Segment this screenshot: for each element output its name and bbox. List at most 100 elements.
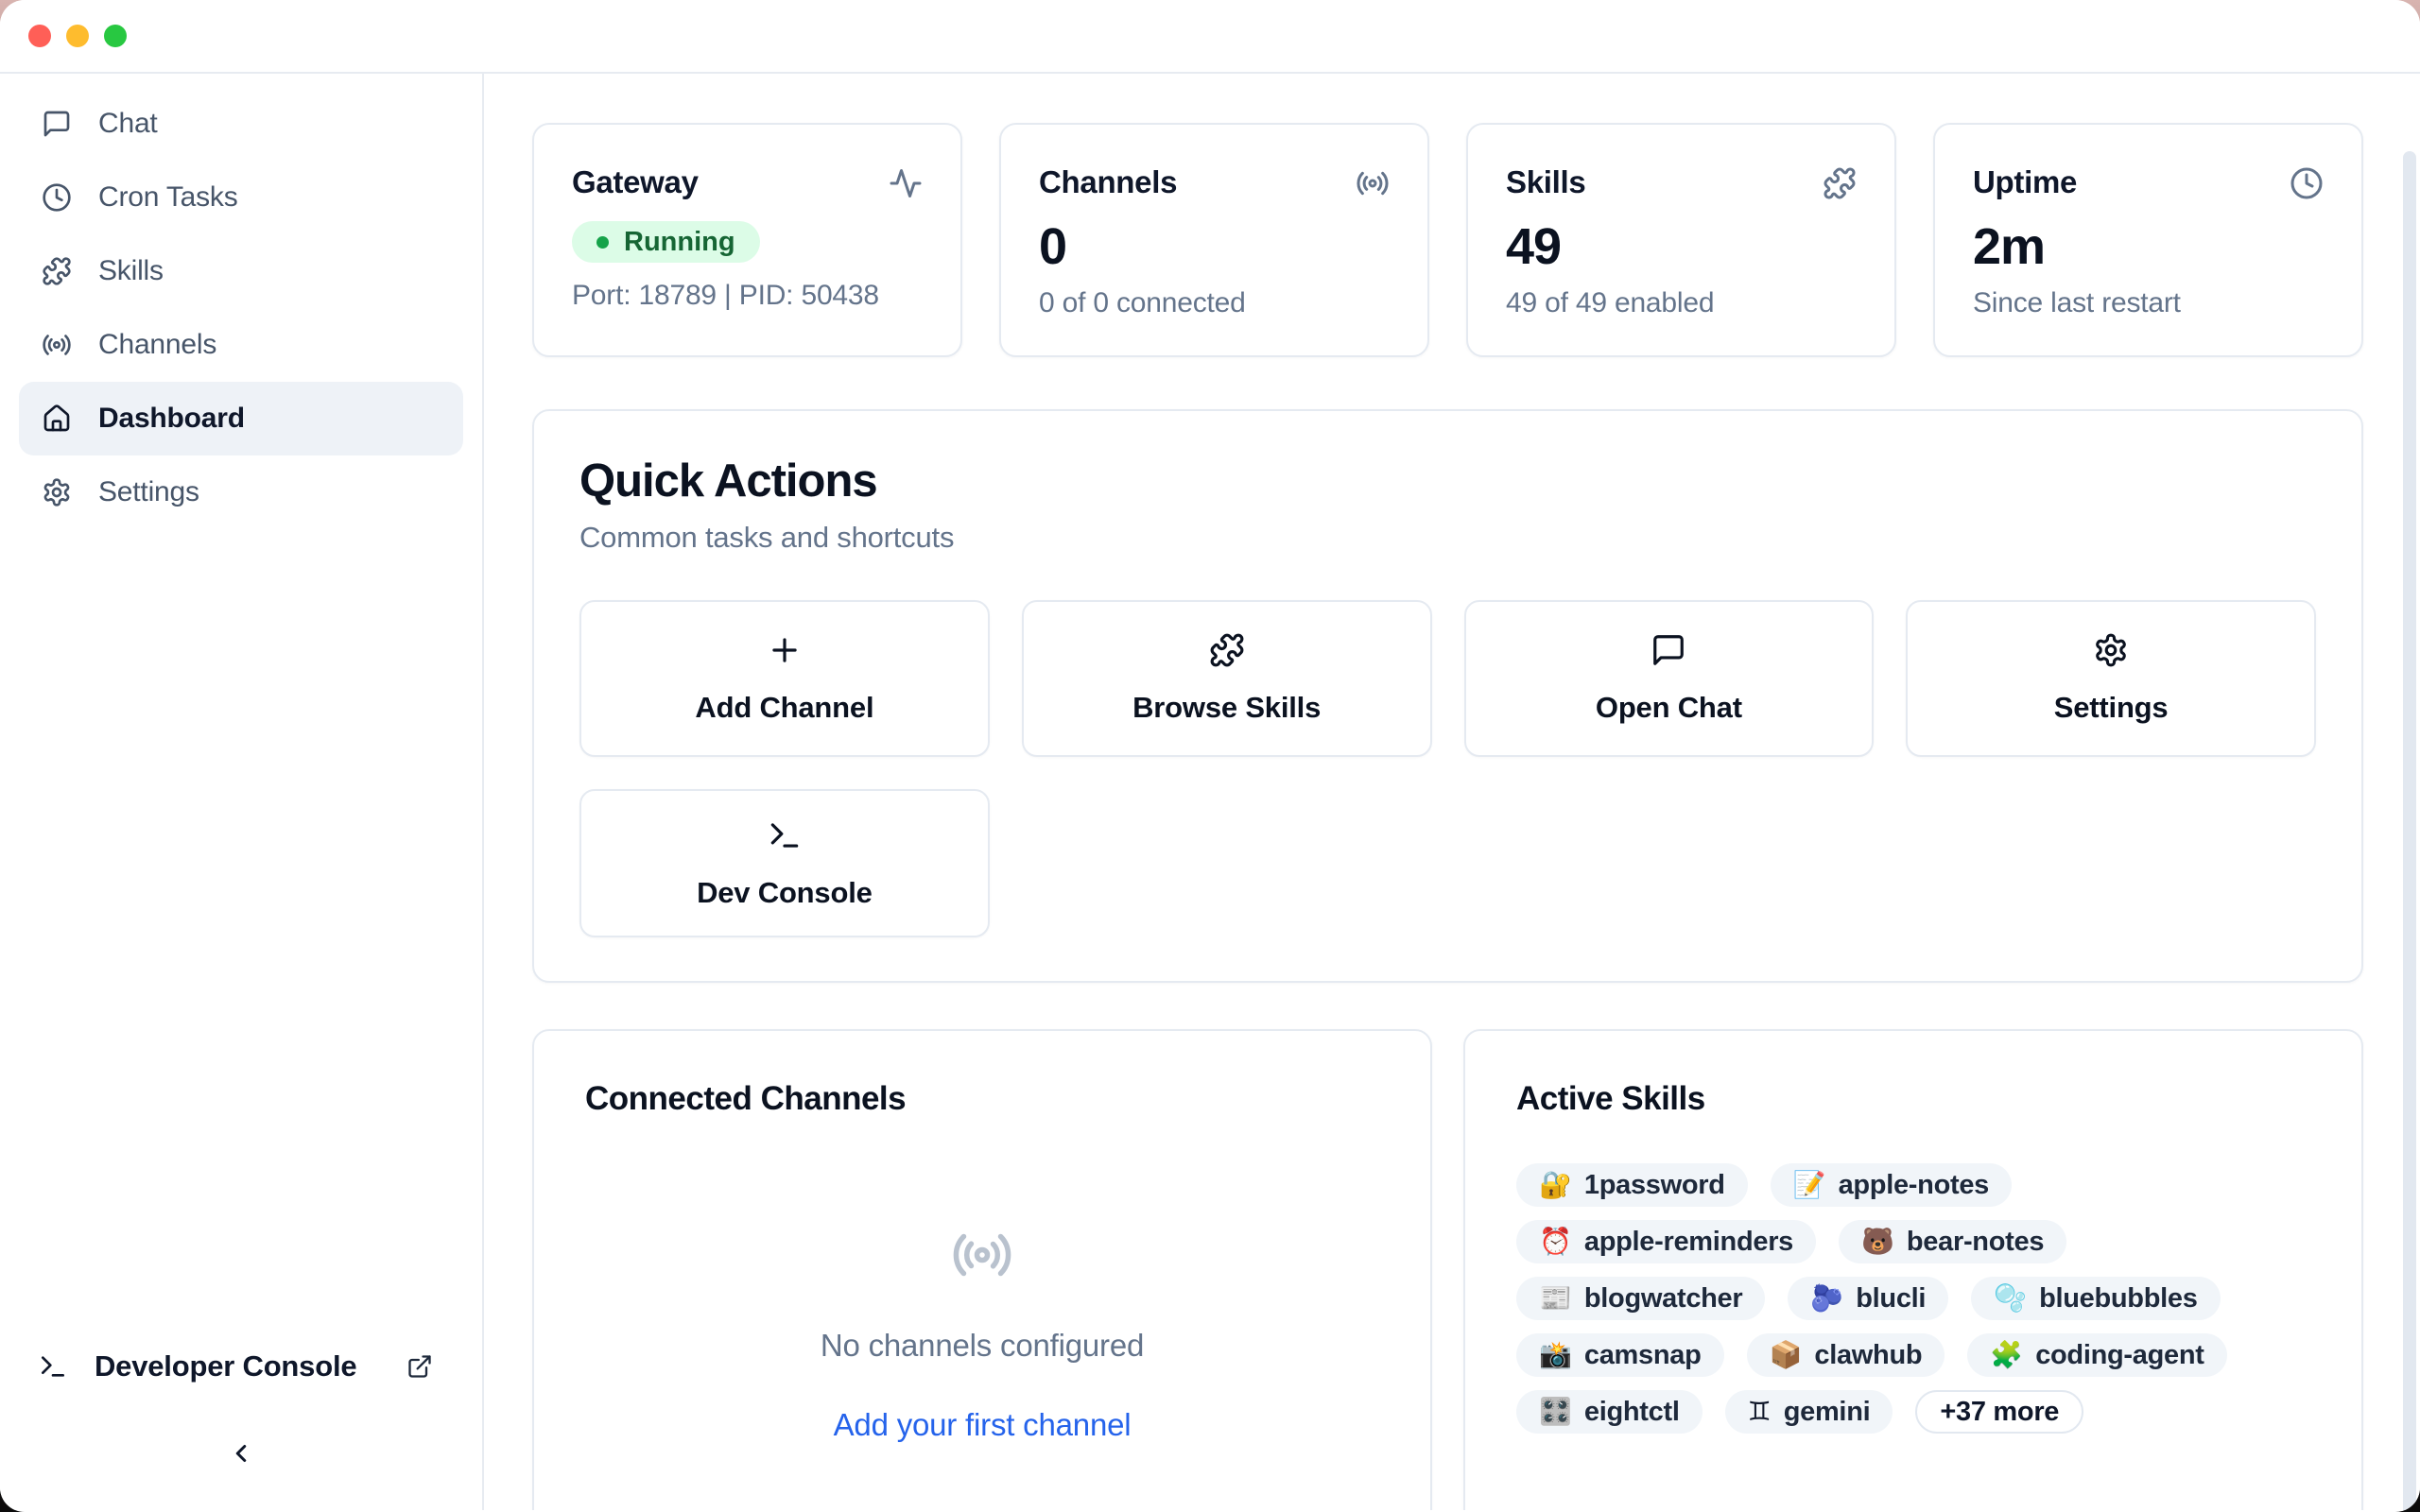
sidebar-item-label: Channels [98, 329, 216, 361]
sidebar-item-label: Cron Tasks [98, 181, 238, 214]
developer-console-button[interactable]: Developer Console [38, 1349, 433, 1383]
external-link-icon [406, 1353, 433, 1380]
active-skills-card: Active Skills 🔐1password 📝apple-notes ⏰a… [1463, 1029, 2363, 1510]
skill-emoji: 📸 [1539, 1342, 1572, 1368]
sidebar: Chat Cron Tasks Skills [0, 74, 484, 1510]
gateway-detail: Port: 18789 | PID: 50438 [572, 280, 923, 312]
skill-emoji: 🎛️ [1539, 1399, 1572, 1425]
skill-chip: 🫧bluebubbles [1971, 1277, 2220, 1320]
channels-count: 0 [1039, 221, 1390, 272]
connected-channels-title: Connected Channels [585, 1080, 1379, 1118]
puzzle-icon [1209, 632, 1245, 668]
skills-chip-list: 🔐1password 📝apple-notes ⏰apple-reminders… [1516, 1163, 2310, 1434]
plus-icon [767, 632, 803, 668]
channels-detail: 0 of 0 connected [1039, 287, 1390, 319]
skills-count: 49 [1506, 221, 1857, 272]
sidebar-item-channels[interactable]: Channels [19, 308, 463, 382]
skill-emoji: ♊ [1748, 1399, 1772, 1425]
skill-chip: 📝apple-notes [1771, 1163, 2012, 1207]
channels-stat-card: Channels 0 0 of 0 connected [999, 123, 1429, 357]
chat-icon [1651, 632, 1686, 668]
puzzle-icon [42, 256, 72, 286]
gear-icon [42, 477, 72, 507]
quick-actions-subtitle: Common tasks and shortcuts [579, 521, 2316, 555]
open-chat-button[interactable]: Open Chat [1464, 600, 1875, 757]
channels-card-title: Channels [1039, 164, 1177, 200]
radio-icon [951, 1224, 1013, 1286]
action-label: Settings [2054, 691, 2169, 725]
developer-console-label: Developer Console [95, 1349, 356, 1383]
gateway-status-badge: Running [572, 221, 760, 263]
uptime-card-title: Uptime [1973, 164, 2077, 200]
skill-emoji: 📰 [1539, 1285, 1572, 1312]
sidebar-item-label: Settings [98, 476, 199, 508]
status-dot [596, 236, 609, 249]
minimize-window-button[interactable] [66, 25, 89, 47]
gateway-card-title: Gateway [572, 164, 699, 200]
add-first-channel-link[interactable]: Add your first channel [834, 1407, 1132, 1443]
skill-emoji: 🧩 [1990, 1342, 2023, 1368]
chevron-left-icon [227, 1439, 255, 1468]
sidebar-item-label: Chat [98, 108, 158, 140]
uptime-stat-card: Uptime 2m Since last restart [1933, 123, 2363, 357]
quick-actions-grid: Add Channel Browse Skills Open Chat [579, 600, 2316, 937]
uptime-detail: Since last restart [1973, 287, 2324, 319]
skill-chip: 📦clawhub [1747, 1333, 1945, 1377]
skill-chip: 🎛️eightctl [1516, 1390, 1703, 1434]
browse-skills-button[interactable]: Browse Skills [1022, 600, 1432, 757]
skill-emoji: 🔐 [1539, 1172, 1572, 1198]
skill-chip: 🐻bear-notes [1839, 1220, 2066, 1263]
skill-emoji: 📦 [1770, 1342, 1803, 1368]
quick-actions-card: Quick Actions Common tasks and shortcuts… [532, 409, 2363, 983]
sidebar-item-settings[interactable]: Settings [19, 455, 463, 529]
skills-card-title: Skills [1506, 164, 1585, 200]
home-icon [42, 404, 72, 434]
sidebar-item-label: Dashboard [98, 403, 245, 435]
connected-channels-card: Connected Channels No channels configure… [532, 1029, 1432, 1510]
settings-button[interactable]: Settings [1906, 600, 2316, 757]
sidebar-collapse-button[interactable] [215, 1433, 268, 1474]
vertical-scrollbar-thumb[interactable] [2403, 151, 2416, 1510]
quick-actions-title: Quick Actions [579, 455, 2316, 507]
traffic-lights [28, 25, 127, 47]
add-channel-button[interactable]: Add Channel [579, 600, 990, 757]
skill-chip: ⏰apple-reminders [1516, 1220, 1816, 1263]
skill-emoji: 🫐 [1810, 1285, 1843, 1312]
skill-emoji: 📝 [1793, 1172, 1826, 1198]
sidebar-item-skills[interactable]: Skills [19, 234, 463, 308]
sidebar-item-chat[interactable]: Chat [19, 87, 463, 161]
activity-icon [889, 166, 923, 200]
zoom-window-button[interactable] [104, 25, 127, 47]
dev-console-button[interactable]: Dev Console [579, 789, 990, 937]
skill-chip: 📰blogwatcher [1516, 1277, 1765, 1320]
action-label: Browse Skills [1132, 691, 1321, 725]
gear-icon [2093, 632, 2129, 668]
action-label: Add Channel [695, 691, 873, 725]
skill-chip: ♊gemini [1725, 1390, 1893, 1434]
dashboard-main: Gateway Running Port: 18789 | PID: 50438… [484, 74, 2420, 1510]
sidebar-item-dashboard[interactable]: Dashboard [19, 382, 463, 455]
clock-icon [42, 182, 72, 213]
terminal-icon [38, 1351, 68, 1382]
gateway-stat-card: Gateway Running Port: 18789 | PID: 50438 [532, 123, 962, 357]
active-skills-title: Active Skills [1516, 1080, 2310, 1118]
uptime-value: 2m [1973, 221, 2324, 272]
channels-empty-text: No channels configured [821, 1328, 1144, 1364]
chat-icon [42, 109, 72, 139]
skill-emoji: 🐻 [1861, 1228, 1894, 1255]
skill-emoji: ⏰ [1539, 1228, 1572, 1255]
more-skills-chip[interactable]: +37 more [1915, 1390, 2083, 1434]
clock-icon [2290, 166, 2324, 200]
action-label: Dev Console [697, 876, 873, 910]
channels-empty-state: No channels configured Add your first ch… [585, 1224, 1379, 1443]
action-label: Open Chat [1596, 691, 1742, 725]
skill-chip: 📸camsnap [1516, 1333, 1724, 1377]
puzzle-icon [1823, 166, 1857, 200]
skill-emoji: 🫧 [1994, 1285, 2027, 1312]
radio-icon [42, 330, 72, 360]
sidebar-item-label: Skills [98, 255, 164, 287]
sidebar-item-cron-tasks[interactable]: Cron Tasks [19, 161, 463, 234]
skill-chip: 🫐blucli [1788, 1277, 1948, 1320]
close-window-button[interactable] [28, 25, 51, 47]
terminal-icon [767, 817, 803, 853]
